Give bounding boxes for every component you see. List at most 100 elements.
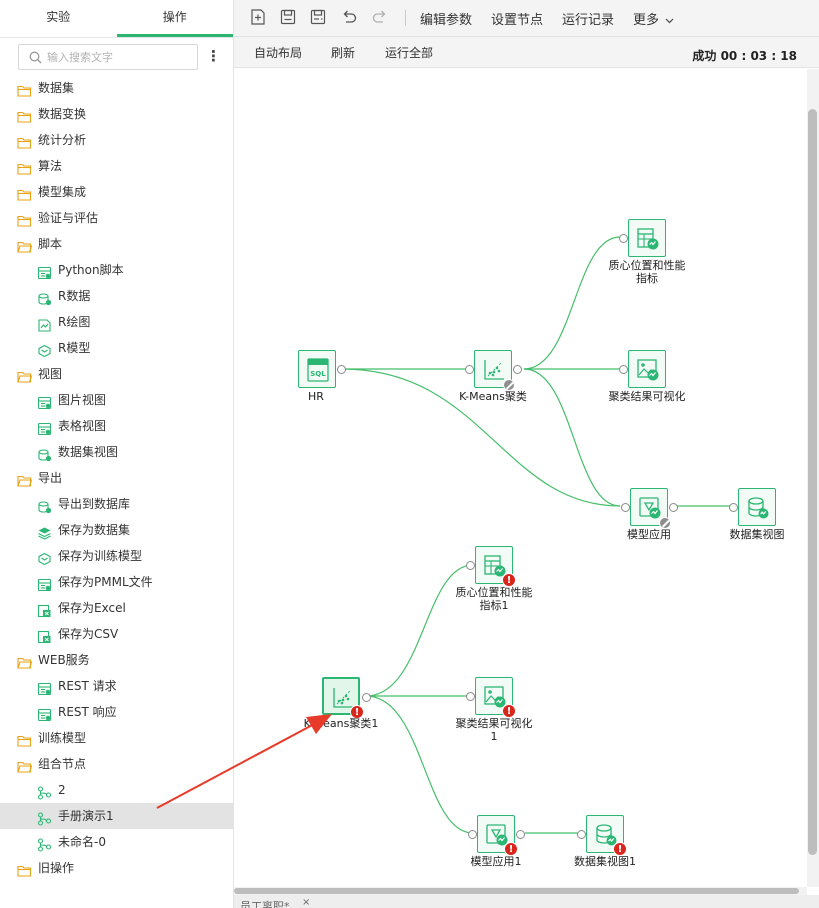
tree-item-label: 2 <box>58 783 66 797</box>
tab-experiment[interactable]: 实验 <box>0 0 117 37</box>
folder-icon <box>17 107 32 123</box>
horizontal-scrollbar[interactable] <box>234 887 807 895</box>
tree-item[interactable]: 保存为Excel <box>0 595 233 621</box>
node-kmeans[interactable] <box>465 350 522 391</box>
tree-item[interactable]: 2 <box>0 777 233 803</box>
folder-icon <box>17 159 32 175</box>
new-icon[interactable] <box>249 8 267 26</box>
refresh-button[interactable]: 刷新 <box>331 44 355 61</box>
export-db-icon <box>37 497 52 514</box>
node-label: 质心位置和性能 指标 <box>608 259 686 285</box>
tree-item[interactable]: 数据变换 <box>0 101 233 127</box>
panel-tabs: 实验 操作 <box>0 0 233 38</box>
node-vis1[interactable]: ! <box>466 677 516 718</box>
tree-item[interactable]: 手册演示1 <box>0 803 233 829</box>
tree-item[interactable]: 保存为数据集 <box>0 517 233 543</box>
doc-tab-label[interactable]: 员工离职* <box>240 898 290 908</box>
node-dsview1[interactable]: ! <box>577 815 627 856</box>
node-dsview[interactable] <box>729 488 776 526</box>
save-as-icon[interactable] <box>309 8 327 26</box>
tree-item[interactable]: 模型集成 <box>0 179 233 205</box>
set-node-button[interactable]: 设置节点 <box>491 9 543 28</box>
redo-icon[interactable] <box>371 8 389 26</box>
output-port[interactable] <box>337 365 346 374</box>
canvas-toolbar: 自动布局 刷新 运行全部 成功 00 : 03 : 18 <box>234 37 819 68</box>
tree-item[interactable]: REST 响应 <box>0 699 233 725</box>
input-port[interactable] <box>577 830 586 839</box>
tree-item[interactable]: Python脚本 <box>0 257 233 283</box>
tree-item[interactable]: 训练模型 <box>0 725 233 751</box>
output-port[interactable] <box>516 830 525 839</box>
tree-item-label: 未命名-0 <box>58 835 106 849</box>
tree-item[interactable]: 旧操作 <box>0 855 233 881</box>
node-label: 聚类结果可视化 1 <box>455 717 533 743</box>
tree-item[interactable]: 表格视图 <box>0 413 233 439</box>
tree-item[interactable]: 保存为CSV <box>0 621 233 647</box>
tree-item-label: 模型集成 <box>38 185 87 199</box>
input-port[interactable] <box>619 365 628 374</box>
more-options-icon[interactable]: ⋮ <box>206 48 221 66</box>
tree-item[interactable]: 数据集 <box>0 75 233 101</box>
node-centroid[interactable] <box>619 219 666 257</box>
input-port[interactable] <box>729 503 738 512</box>
tree-item[interactable]: 视图 <box>0 361 233 387</box>
input-port[interactable] <box>468 830 477 839</box>
vertical-scrollbar[interactable] <box>807 69 819 887</box>
node-vis[interactable] <box>619 350 666 388</box>
folder-open-icon <box>17 653 33 669</box>
node-hr[interactable]: SQL <box>298 350 346 388</box>
node-centroid1[interactable]: ! <box>466 546 516 587</box>
tree-item[interactable]: 保存为训练模型 <box>0 543 233 569</box>
output-port[interactable] <box>669 503 678 512</box>
edit-params-button[interactable]: 编辑参数 <box>420 9 472 28</box>
output-port[interactable] <box>362 693 371 702</box>
close-icon[interactable]: × <box>302 897 310 908</box>
operations-panel: 实验 操作 ⋮ 数据集数据变换统计分析算法模型集成验证与评估脚本 Python脚本… <box>0 0 234 908</box>
tree-item[interactable]: 数据集视图 <box>0 439 233 465</box>
tree-item-label: 保存为Excel <box>58 601 126 615</box>
tree-item-label: 组合节点 <box>38 757 87 771</box>
more-menu-button[interactable]: 更多 <box>633 9 674 28</box>
tree-item[interactable]: 未命名-0 <box>0 829 233 855</box>
tree-item[interactable]: 保存为PMML文件 <box>0 569 233 595</box>
input-port[interactable] <box>466 692 475 701</box>
search-row: ⋮ <box>18 44 228 70</box>
run-all-button[interactable]: 运行全部 <box>385 44 433 61</box>
tree-item[interactable]: 算法 <box>0 153 233 179</box>
horizontal-scroll-thumb[interactable] <box>234 888 799 894</box>
rest-response-icon <box>37 705 52 722</box>
undo-icon[interactable] <box>340 8 358 26</box>
tree-item[interactable]: 组合节点 <box>0 751 233 777</box>
toolbar-divider <box>405 10 406 26</box>
tree-item[interactable]: R绘图 <box>0 309 233 335</box>
tree-item-label: R模型 <box>58 341 91 355</box>
node-kmeans1[interactable]: ! <box>322 677 371 719</box>
save-icon[interactable] <box>279 8 297 26</box>
workflow-canvas[interactable]: SQL HR K-Means聚类 质心位置和性能 指标 聚类结果可视化 模型应用 数据集视图… <box>234 69 807 887</box>
tree-item[interactable]: R模型 <box>0 335 233 361</box>
auto-layout-button[interactable]: 自动布局 <box>254 44 302 61</box>
tree-item[interactable]: 导出到数据库 <box>0 491 233 517</box>
dataset-view-icon <box>37 445 52 462</box>
tree-item[interactable]: 脚本 <box>0 231 233 257</box>
search-input[interactable] <box>47 48 192 66</box>
node-label: 质心位置和性能 指标1 <box>455 586 533 612</box>
node-apply[interactable] <box>621 488 678 529</box>
tree-item[interactable]: R数据 <box>0 283 233 309</box>
output-port[interactable] <box>513 365 522 374</box>
node-apply1[interactable]: ! <box>468 815 525 856</box>
tab-operations[interactable]: 操作 <box>116 0 233 37</box>
input-port[interactable] <box>465 365 474 374</box>
tree-item[interactable]: WEB服务 <box>0 647 233 673</box>
input-port[interactable] <box>619 234 628 243</box>
vertical-scroll-thumb[interactable] <box>808 109 817 855</box>
input-port[interactable] <box>466 561 475 570</box>
input-port[interactable] <box>621 503 630 512</box>
tree-item[interactable]: 统计分析 <box>0 127 233 153</box>
tree-item[interactable]: 导出 <box>0 465 233 491</box>
folder-icon <box>17 81 32 97</box>
tree-item[interactable]: 验证与评估 <box>0 205 233 231</box>
tree-item[interactable]: 图片视图 <box>0 387 233 413</box>
tree-item[interactable]: REST 请求 <box>0 673 233 699</box>
run-log-button[interactable]: 运行记录 <box>562 9 614 28</box>
